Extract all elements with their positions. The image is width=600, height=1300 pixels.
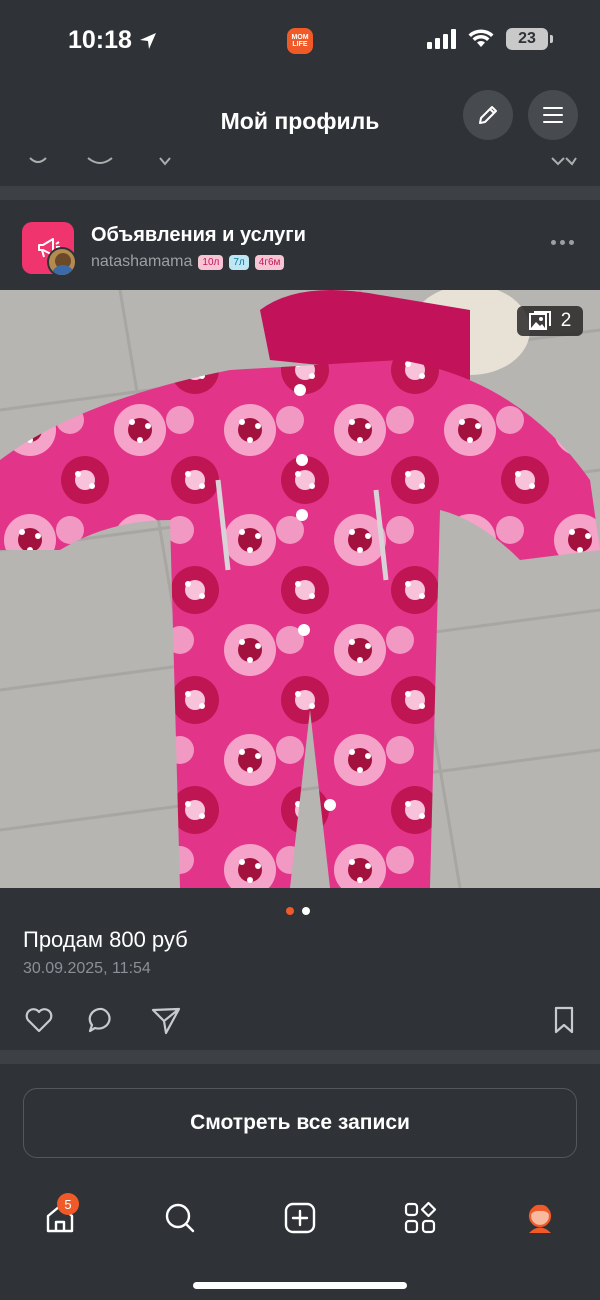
notification-badge: 5 — [57, 1193, 79, 1215]
app-logo: MOM LIFE — [287, 28, 313, 54]
previous-post-actions-clipped — [29, 157, 577, 166]
battery-indicator: 23 — [506, 28, 553, 50]
pencil-icon — [479, 106, 497, 124]
wifi-icon — [468, 29, 494, 47]
carousel-dot[interactable] — [302, 907, 310, 915]
post-photo[interactable] — [0, 290, 600, 888]
author-username[interactable]: natashamama — [91, 253, 192, 271]
heart-icon — [25, 1008, 53, 1033]
status-bar: 10:18 MOM LIFE 23 — [0, 0, 600, 80]
post-header: Объявления и услуги natashamama 10л 7л 4… — [0, 200, 600, 288]
hamburger-icon — [543, 107, 563, 123]
section-divider — [0, 186, 600, 200]
view-all-posts-button[interactable]: Смотреть все записи — [23, 1088, 577, 1158]
tab-create[interactable] — [280, 1198, 320, 1238]
cellular-signal-icon — [427, 29, 456, 49]
services-icon — [404, 1201, 437, 1234]
post-text: Продам 800 руб — [23, 927, 188, 952]
author-meta: natashamama 10л 7л 4г6м — [91, 253, 285, 271]
share-button[interactable] — [149, 1003, 183, 1037]
send-icon — [151, 1007, 181, 1035]
gallery-icon — [528, 311, 551, 330]
comment-icon — [88, 1007, 111, 1033]
status-indicators: 23 — [427, 28, 553, 50]
photo-count-text: 2 — [560, 310, 572, 331]
snowsuit-photo — [0, 290, 600, 888]
section-divider — [0, 1050, 600, 1064]
tab-services[interactable] — [400, 1198, 440, 1238]
group-name[interactable]: Объявления и услуги — [91, 224, 306, 247]
child-age-tag: 10л — [198, 254, 224, 270]
bottom-tab-bar — [0, 1190, 600, 1260]
menu-button[interactable] — [528, 90, 578, 140]
carousel-indicator — [286, 907, 310, 915]
add-icon — [284, 1202, 316, 1234]
edit-profile-button[interactable] — [463, 90, 513, 140]
carousel-dot-active[interactable] — [286, 907, 294, 915]
child-age-tag: 7л — [229, 254, 249, 270]
like-button[interactable] — [22, 1003, 56, 1037]
profile-icon — [528, 1204, 552, 1233]
post-date: 30.09.2025, 11:54 — [23, 960, 151, 977]
location-arrow-icon — [139, 32, 156, 49]
tab-search[interactable] — [160, 1198, 200, 1238]
status-time: 10:18 — [68, 26, 158, 55]
search-icon — [165, 1203, 195, 1233]
home-indicator — [193, 1282, 407, 1289]
bookmark-button[interactable] — [547, 1003, 581, 1037]
app-header: Мой профиль — [0, 86, 600, 152]
comment-button[interactable] — [85, 1003, 119, 1037]
time-text: 10:18 — [68, 26, 132, 54]
child-age-tag: 4г6м — [254, 254, 285, 270]
photo-count-badge: 2 — [517, 306, 583, 336]
bookmark-icon — [554, 1006, 574, 1034]
more-options-icon[interactable] — [551, 240, 574, 245]
user-avatar[interactable] — [47, 247, 77, 277]
tab-profile[interactable] — [520, 1198, 560, 1238]
